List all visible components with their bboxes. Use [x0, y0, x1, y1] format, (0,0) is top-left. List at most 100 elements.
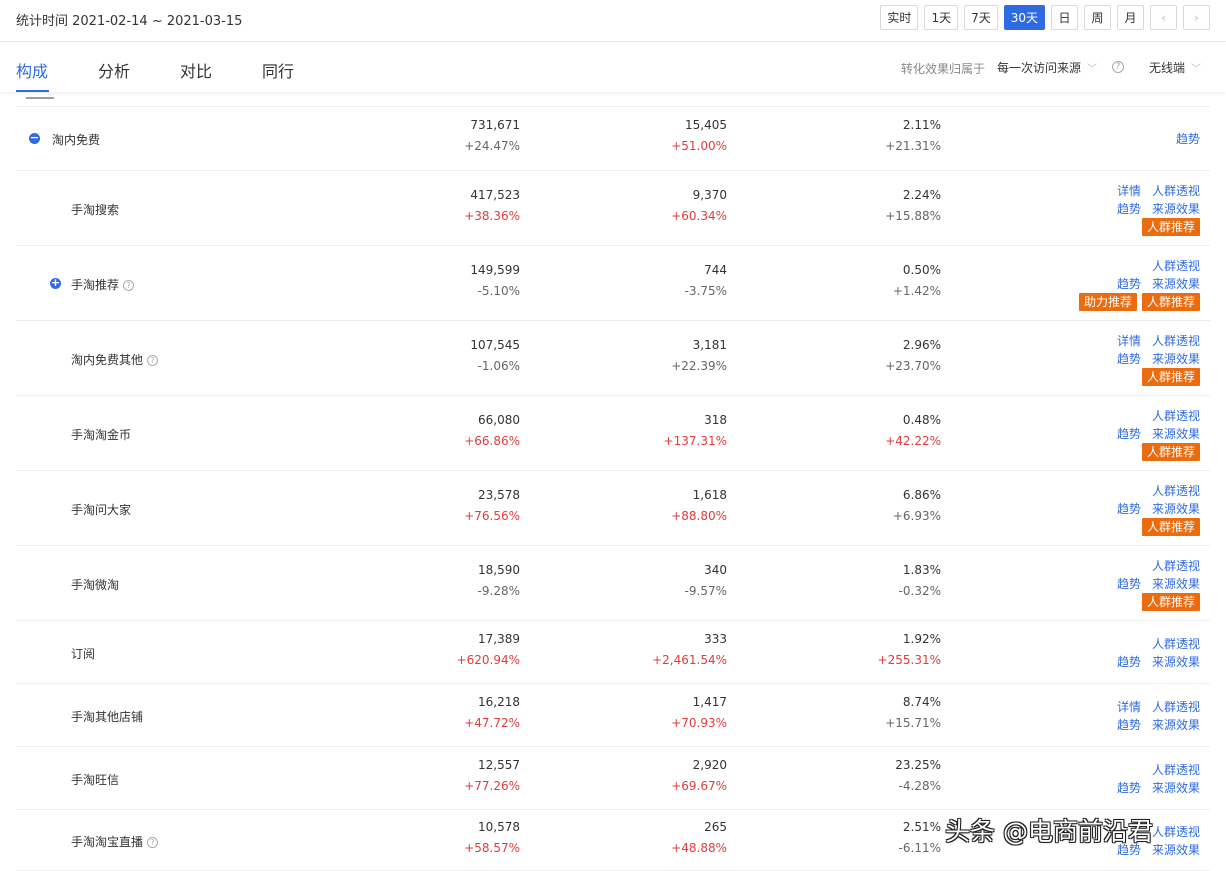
metric-value: 10,578 — [478, 820, 520, 834]
metric-value: 9,370 — [692, 188, 727, 202]
audience-recommend-button[interactable]: 人群推荐 — [1142, 518, 1201, 536]
action-link-trend[interactable]: 趋势 — [1117, 275, 1141, 292]
action-link-source-effect[interactable]: 来源效果 — [1152, 575, 1200, 592]
help-icon[interactable]: ? — [1112, 61, 1124, 73]
action-link-source-effect[interactable]: 来源效果 — [1152, 275, 1200, 292]
source-name-text: 手淘搜索 — [71, 203, 120, 217]
help-icon[interactable]: ? — [147, 837, 159, 848]
source-name: 手淘搜索 — [71, 201, 119, 218]
action-link-source-effect[interactable]: 来源效果 — [1152, 500, 1200, 517]
range-day-button[interactable]: 日 — [1051, 5, 1078, 30]
action-link-trend[interactable]: 趋势 — [1117, 716, 1141, 733]
next-arrow-button[interactable]: › — [1183, 5, 1210, 30]
action-link-audience[interactable]: 人群透视 — [1152, 761, 1200, 778]
metric-change: +1.42% — [892, 284, 941, 298]
tab-compare[interactable]: 对比 — [180, 58, 212, 82]
expand-icon[interactable]: + — [50, 277, 61, 289]
attribution-select[interactable]: 每一次访问来源 ﹀ — [997, 59, 1097, 76]
range-month-button[interactable]: 月 — [1117, 5, 1144, 30]
help-icon[interactable]: ? — [147, 355, 159, 366]
metric-change: +15.71% — [885, 716, 941, 730]
action-link-detail[interactable]: 详情 — [1117, 182, 1141, 199]
metric-value: 2.24% — [902, 188, 941, 202]
boost-recommend-button[interactable]: 助力推荐 — [1079, 293, 1138, 311]
range-7d-button[interactable]: 7天 — [964, 5, 998, 30]
action-link-trend[interactable]: 趋势 — [1117, 653, 1141, 670]
action-link-audience[interactable]: 人群透视 — [1152, 407, 1200, 424]
metric-change: +88.80% — [671, 509, 727, 523]
date-range: 统计时间 2021-02-14 ~ 2021-03-15 — [16, 14, 243, 29]
action-link-trend[interactable]: 趋势 — [1176, 130, 1200, 147]
action-link-source-effect[interactable]: 来源效果 — [1152, 841, 1200, 858]
metric-value: 6.86% — [902, 488, 941, 502]
tab-analysis[interactable]: 分析 — [98, 58, 130, 82]
metric-value: 17,389 — [478, 632, 520, 646]
action-link-detail[interactable]: 详情 — [1117, 332, 1141, 349]
range-realtime-button[interactable]: 实时 — [880, 5, 919, 30]
source-name: 手淘微淘 — [71, 576, 119, 593]
action-link-source-effect[interactable]: 来源效果 — [1152, 350, 1200, 367]
source-name: 订阅 — [71, 645, 95, 662]
metric-value: 0.48% — [902, 413, 941, 427]
action-link-audience[interactable]: 人群透视 — [1152, 332, 1200, 349]
action-link-audience[interactable]: 人群透视 — [1152, 823, 1200, 840]
metric-value: 149,599 — [470, 263, 520, 277]
metric-value: 1.83% — [902, 563, 941, 577]
metric-change: -4.28% — [898, 779, 941, 793]
action-link-source-effect[interactable]: 来源效果 — [1152, 200, 1200, 217]
action-link-source-effect[interactable]: 来源效果 — [1152, 716, 1200, 733]
action-link-audience[interactable]: 人群透视 — [1152, 557, 1200, 574]
collapse-icon[interactable]: − — [29, 132, 40, 144]
range-week-button[interactable]: 周 — [1084, 5, 1111, 30]
action-link-source-effect[interactable]: 来源效果 — [1152, 653, 1200, 670]
action-link-source-effect[interactable]: 来源效果 — [1152, 425, 1200, 442]
metric-value: 333 — [704, 632, 727, 646]
metric-change: +48.88% — [671, 841, 727, 855]
metric-value: 318 — [704, 413, 727, 427]
metric-value: 731,671 — [470, 118, 520, 132]
table-row: 手淘淘金币 66,080 +66.86% 318 +137.31% 0.48% +42.22… — [16, 396, 1210, 471]
table-row: − 淘内免费 731,671 +24.47% 15,405 +51.00% 2.11% +21… — [16, 107, 1210, 171]
table-row: 手淘旺信 12,557 +77.26% 2,920 +69.67% 23.25% -4.28… — [16, 747, 1210, 810]
table-row: 订阅 17,389 +620.94% 333 +2,461.54% 1.92% +255.3… — [16, 621, 1210, 684]
action-link-trend[interactable]: 趋势 — [1117, 200, 1141, 217]
table-row: 淘内免费其他? 107,545 -1.06% 3,181 +22.39% 2.96% +23… — [16, 321, 1210, 396]
action-link-audience[interactable]: 人群透视 — [1152, 698, 1200, 715]
audience-recommend-button[interactable]: 人群推荐 — [1142, 593, 1201, 611]
action-link-audience[interactable]: 人群透视 — [1152, 482, 1200, 499]
device-select[interactable]: 无线端 ﹀ — [1149, 59, 1201, 76]
action-link-audience[interactable]: 人群透视 — [1152, 257, 1200, 274]
range-30d-button[interactable]: 30天 — [1003, 5, 1045, 30]
source-name: 手淘推荐? — [71, 276, 135, 293]
action-link-detail[interactable]: 详情 — [1117, 698, 1141, 715]
action-link-audience[interactable]: 人群透视 — [1152, 182, 1200, 199]
source-name-text: 手淘其他店铺 — [71, 710, 144, 724]
action-link-trend[interactable]: 趋势 — [1117, 425, 1141, 442]
source-name-text: 手淘问大家 — [71, 503, 132, 517]
action-link-trend[interactable]: 趋势 — [1117, 575, 1141, 592]
chevron-down-icon: ﹀ — [1087, 64, 1098, 75]
audience-recommend-button[interactable]: 人群推荐 — [1142, 293, 1201, 311]
help-icon[interactable]: ? — [123, 280, 135, 291]
metric-change: +21.31% — [885, 139, 941, 153]
audience-recommend-button[interactable]: 人群推荐 — [1142, 368, 1201, 386]
prev-arrow-button[interactable]: ‹ — [1150, 5, 1177, 30]
source-name-text: 订阅 — [71, 647, 96, 661]
source-name-text: 手淘淘宝直播 — [71, 835, 144, 849]
action-link-trend[interactable]: 趋势 — [1117, 779, 1141, 796]
tab-composition[interactable]: 构成 — [16, 58, 48, 82]
table-row: + 手淘推荐? 149,599 -5.10% 744 -3.75% 0.50% +1.42% 人… — [16, 246, 1210, 321]
action-link-trend[interactable]: 趋势 — [1117, 350, 1141, 367]
action-link-source-effect[interactable]: 来源效果 — [1152, 779, 1200, 796]
metric-change: +2,461.54% — [652, 653, 727, 667]
tab-peers[interactable]: 同行 — [262, 58, 294, 82]
range-1d-button[interactable]: 1天 — [924, 5, 959, 30]
action-link-trend[interactable]: 趋势 — [1117, 500, 1141, 517]
metric-value: 2.96% — [902, 338, 941, 352]
source-name-text: 手淘旺信 — [71, 773, 120, 787]
action-link-audience[interactable]: 人群透视 — [1152, 635, 1200, 652]
audience-recommend-button[interactable]: 人群推荐 — [1142, 218, 1201, 236]
metric-change: +58.57% — [464, 841, 520, 855]
audience-recommend-button[interactable]: 人群推荐 — [1142, 443, 1201, 461]
source-name: 手淘其他店铺 — [71, 708, 143, 725]
